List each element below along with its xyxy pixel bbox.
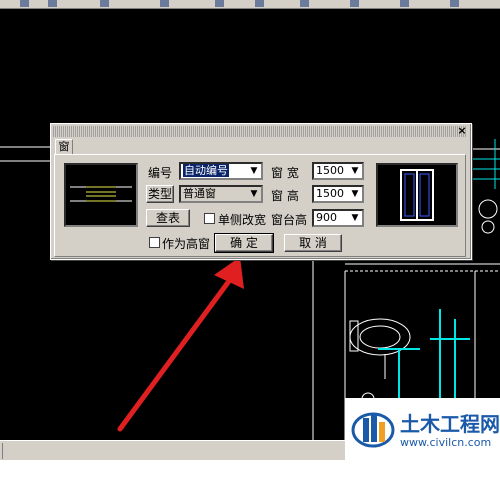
- number-label: 编号: [148, 166, 173, 180]
- cad-toolbar: [0, 0, 500, 9]
- window-plan-icon: [70, 186, 132, 202]
- sill-value: 900: [316, 211, 337, 224]
- toolbar-icon[interactable]: [400, 0, 409, 7]
- dialog-title-bar[interactable]: [53, 126, 467, 137]
- toolbar-icon[interactable]: [20, 0, 29, 7]
- chevron-down-icon[interactable]: ▼: [248, 188, 260, 200]
- elevation-preview: [376, 163, 458, 227]
- window-elevation-icon: [400, 169, 434, 221]
- window-insert-dialog: × 窗 编号 自动编号 ▼ 类型 普通窗 ▼ 查表 单侧改宽 窗 宽 1500 …: [50, 123, 472, 260]
- high-window-checkbox[interactable]: [149, 237, 160, 248]
- plan-preview: [64, 163, 138, 227]
- width-label: 窗 宽: [271, 166, 299, 180]
- dialog-panel: 编号 自动编号 ▼ 类型 普通窗 ▼ 查表 单侧改宽 窗 宽 1500 ▼ 窗 …: [54, 154, 466, 257]
- height-combo[interactable]: 1500 ▼: [312, 185, 364, 203]
- chevron-down-icon[interactable]: ▼: [349, 212, 361, 224]
- toolbar-icon[interactable]: [48, 0, 57, 7]
- toolbar-icon[interactable]: [100, 0, 109, 7]
- number-combo[interactable]: 自动编号 ▼: [179, 162, 263, 180]
- chevron-down-icon[interactable]: ▼: [349, 165, 361, 177]
- chevron-down-icon[interactable]: ▼: [248, 165, 260, 177]
- height-label: 窗 高: [271, 189, 299, 203]
- ok-button[interactable]: 确 定: [214, 233, 274, 253]
- tab-window[interactable]: 窗: [55, 139, 73, 154]
- status-divider: [2, 443, 13, 459]
- lookup-button[interactable]: 查表: [146, 209, 190, 227]
- watermark-title: 土木工程网: [400, 412, 500, 436]
- number-value: 自动编号: [183, 164, 229, 177]
- site-logo-icon: [351, 412, 395, 448]
- height-value: 1500: [316, 187, 344, 200]
- watermark-url: www.civilcn.com: [400, 436, 492, 449]
- page-footer: [0, 460, 500, 477]
- toolbar-icon[interactable]: [350, 0, 359, 7]
- width-value: 1500: [316, 164, 344, 177]
- toolbar-icon[interactable]: [300, 0, 309, 7]
- watermark: 土木工程网 www.civilcn.com: [345, 398, 500, 460]
- type-combo[interactable]: 普通窗 ▼: [179, 185, 263, 203]
- toolbar-icon[interactable]: [215, 0, 224, 7]
- single-side-checkbox[interactable]: [204, 213, 215, 224]
- type-button[interactable]: 类型: [146, 185, 174, 203]
- sill-combo[interactable]: 900 ▼: [312, 209, 364, 227]
- single-side-label: 单侧改宽: [218, 213, 267, 227]
- sill-label: 窗台高: [271, 213, 308, 227]
- cancel-button[interactable]: 取 消: [284, 234, 342, 252]
- toolbar-icon[interactable]: [450, 0, 459, 7]
- toolbar-icon[interactable]: [255, 0, 264, 7]
- high-window-label: 作为高窗: [162, 237, 211, 251]
- chevron-down-icon[interactable]: ▼: [349, 188, 361, 200]
- close-icon[interactable]: ×: [456, 125, 468, 137]
- width-combo[interactable]: 1500 ▼: [312, 162, 364, 180]
- type-value: 普通窗: [183, 187, 216, 200]
- toolbar-icon[interactable]: [160, 0, 169, 7]
